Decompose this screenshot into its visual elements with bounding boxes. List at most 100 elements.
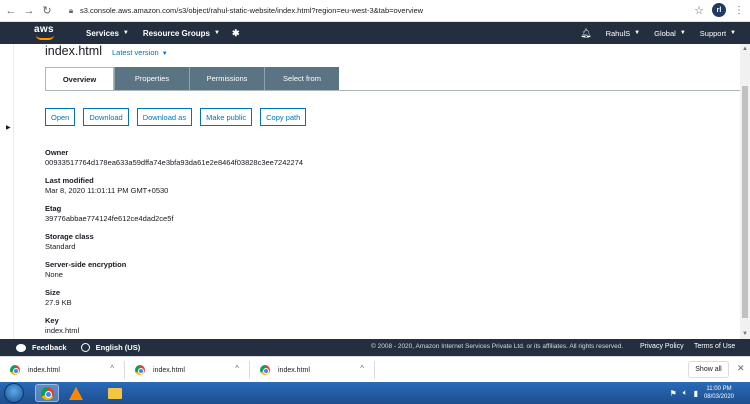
language-selector[interactable]: English (US) — [80, 343, 140, 352]
globe-icon — [80, 343, 90, 352]
aws-logo[interactable]: aws — [34, 23, 58, 43]
chevron-up-icon[interactable]: ^ — [235, 364, 239, 373]
field-label: Storage class — [45, 232, 94, 241]
resource-groups-menu[interactable]: Resource Groups ▼ — [143, 29, 220, 38]
field-size: Size 27.9 KB — [45, 288, 303, 316]
chevron-down-icon: ▼ — [679, 30, 686, 36]
download-filename: index.html — [28, 366, 60, 374]
open-button[interactable]: Open — [45, 108, 76, 126]
tab-properties[interactable]: Properties — [114, 67, 189, 90]
scroll-down-icon[interactable]: ▼ — [742, 331, 748, 337]
services-menu[interactable]: Services ▼ — [86, 29, 129, 38]
chevron-down-icon: ▼ — [214, 30, 220, 36]
field-label: Owner — [45, 148, 69, 157]
download-filename: index.html — [153, 366, 185, 374]
chat-bubble-icon — [16, 343, 26, 352]
copy-path-button[interactable]: Copy path — [260, 108, 307, 126]
field-label: Server-side encryption — [45, 260, 127, 269]
scroll-up-icon[interactable]: ▲ — [742, 46, 748, 52]
taskbar-chrome[interactable] — [35, 384, 59, 402]
object-properties: Owner 00933517764d178ea633a59dffa74e3bfa… — [45, 148, 303, 339]
download-filename: index.html — [278, 366, 310, 374]
download-item[interactable]: index.html ^ — [125, 361, 250, 379]
bookmark-star-icon[interactable]: ☆ — [694, 4, 704, 17]
chevron-down-icon: ▼ — [122, 30, 129, 36]
system-tray: ⚑ 🔈︎ ▮ 11:00 PM 08/03/2020 — [670, 382, 750, 404]
region-menu[interactable]: Global ▼ — [654, 29, 686, 38]
field-label: Last modified — [45, 176, 94, 185]
object-title-row: index.html Latest version ▼ — [45, 44, 168, 58]
version-dropdown[interactable]: Latest version ▼ — [112, 48, 168, 57]
chrome-file-icon — [260, 365, 270, 375]
object-overview-panel: index.html Latest version ▼ Overview Prop… — [15, 44, 740, 339]
action-buttons: Open Download Download as Make public Co… — [45, 108, 307, 126]
volume-icon[interactable]: 🔈︎ — [683, 388, 688, 398]
downloads-bar: index.html ^ index.html ^ index.html ^ S… — [0, 356, 750, 382]
header-right: 🔔︎ RahulS ▼ Global ▼ Support ▼ — [580, 22, 750, 44]
pin-icon[interactable]: ✱ — [232, 28, 240, 39]
show-all-button[interactable]: Show all — [688, 361, 729, 378]
tab-select-from[interactable]: Select from — [264, 67, 339, 90]
browser-actions: ☆ rl ⋮ — [694, 3, 744, 17]
clock-date: 08/03/2020 — [703, 394, 734, 400]
start-button[interactable] — [4, 383, 24, 403]
vlc-icon — [69, 386, 83, 400]
make-public-button[interactable]: Make public — [200, 108, 253, 126]
aws-console-header: aws Services ▼ Resource Groups ▼ ✱ 🔔︎ Ra… — [0, 22, 750, 44]
close-icon[interactable]: ✕ — [737, 363, 745, 374]
aws-smile-icon — [36, 35, 54, 40]
tab-permissions[interactable]: Permissions — [189, 67, 264, 90]
chevron-up-icon[interactable]: ^ — [360, 364, 364, 373]
field-etag: Etag 39776abbae774124fe612ce4dad2ce5f — [45, 204, 303, 232]
forward-icon[interactable]: → — [22, 4, 36, 18]
address-bar[interactable]: s3.console.aws.amazon.com/s3/object/rahu… — [80, 6, 423, 15]
download-button[interactable]: Download — [83, 108, 129, 126]
network-icon[interactable]: ▮ — [694, 389, 698, 398]
support-label: Support — [699, 28, 727, 38]
download-item[interactable]: index.html ^ — [0, 361, 125, 379]
field-value: 00933517764d178ea633a59dffa74e3bfa93da61… — [45, 158, 304, 167]
feedback-link[interactable]: Feedback — [16, 343, 67, 352]
terms-of-use-link[interactable]: Terms of Use — [694, 343, 735, 350]
field-storage-class: Storage class Standard — [45, 232, 303, 260]
tab-overview[interactable]: Overview — [45, 67, 114, 90]
object-tabs: Overview Properties Permissions Select f… — [45, 67, 339, 90]
download-as-button[interactable]: Download as — [136, 108, 193, 126]
profile-avatar[interactable]: rl — [712, 3, 726, 17]
field-value: 27.9 KB — [45, 298, 72, 307]
feedback-label: Feedback — [32, 343, 67, 352]
field-value: Mar 8, 2020 11:01:11 PM GMT+0530 — [45, 186, 169, 195]
clock[interactable]: 11:00 PM 08/03/2020 — [704, 385, 734, 401]
field-last-modified: Last modified Mar 8, 2020 11:01:11 PM GM… — [45, 176, 303, 204]
lock-icon[interactable]: 🔒︎ — [66, 6, 76, 16]
chevron-down-icon: ▼ — [730, 30, 736, 36]
scrollbar-thumb[interactable] — [742, 86, 748, 318]
download-item[interactable]: index.html ^ — [250, 361, 375, 379]
tab-divider — [45, 90, 740, 91]
user-menu[interactable]: RahulS ▼ — [606, 29, 641, 38]
support-menu[interactable]: Support ▼ — [700, 29, 736, 38]
expand-sidebar-icon[interactable]: ▶ — [6, 124, 11, 131]
back-icon[interactable]: ← — [4, 4, 18, 18]
browser-menu-icon[interactable]: ⋮ — [734, 5, 744, 16]
services-label: Services — [86, 28, 119, 38]
aws-console-footer: Feedback English (US) © 2008 - 2020, Ama… — [0, 339, 750, 356]
taskbar-explorer[interactable] — [103, 384, 127, 402]
bell-icon[interactable]: 🔔︎ — [580, 28, 591, 39]
page-scrollbar[interactable]: ▲ ▼ — [740, 44, 750, 339]
privacy-policy-link[interactable]: Privacy Policy — [640, 343, 684, 350]
field-key: Key index.html — [45, 316, 303, 339]
flag-icon[interactable]: ⚑ — [670, 389, 677, 398]
field-value: None — [45, 270, 63, 279]
chevron-down-icon: ▼ — [634, 30, 641, 36]
field-value: Standard — [45, 242, 76, 251]
field-label: Key — [45, 316, 59, 325]
field-owner: Owner 00933517764d178ea633a59dffa74e3bfa… — [45, 148, 303, 176]
field-value: 39776abbae774124fe612ce4dad2ce5f — [45, 214, 174, 223]
reload-icon[interactable]: ↻ — [40, 4, 54, 18]
taskbar-vlc[interactable] — [64, 384, 88, 402]
field-label: Size — [45, 288, 61, 297]
windows-taskbar: ⚑ 🔈︎ ▮ 11:00 PM 08/03/2020 — [0, 382, 750, 404]
version-label: Latest version — [111, 48, 159, 57]
chevron-up-icon[interactable]: ^ — [110, 364, 114, 373]
